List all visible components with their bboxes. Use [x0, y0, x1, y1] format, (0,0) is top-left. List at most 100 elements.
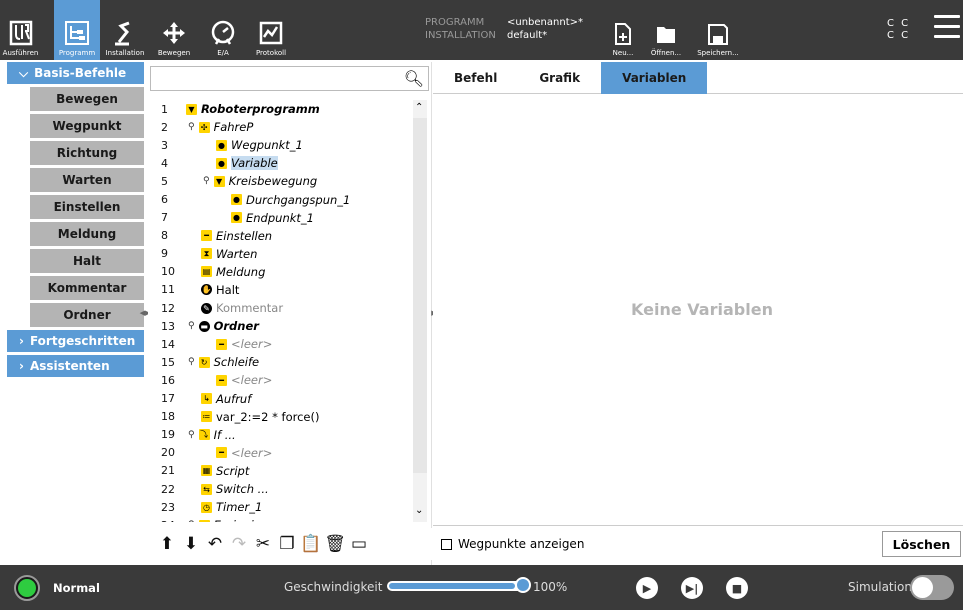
tree-row[interactable]: 5 ⚲ ▼ Kreisbewegung	[148, 172, 410, 190]
section-basic[interactable]: ⌵ Basis-Befehle	[7, 62, 144, 84]
tree-row[interactable]: 20 ━ <leer>	[148, 444, 410, 462]
tree-row[interactable]: 14 ━ <leer>	[148, 335, 410, 353]
tree-row[interactable]: 4 ● Variable	[148, 154, 410, 172]
nav-program[interactable]: Programm	[54, 0, 100, 60]
new-button[interactable]: Neu...	[605, 0, 641, 60]
node-label[interactable]: If ...	[214, 428, 236, 442]
node-label[interactable]: Kreisbewegung	[229, 174, 318, 188]
search-icon[interactable]: 🔍︎	[404, 69, 424, 88]
node-label[interactable]: Endpunkt_1	[246, 211, 314, 225]
tree-row[interactable]: 21 ▦ Script	[148, 462, 410, 480]
cmd-direction[interactable]: Richtung	[30, 141, 144, 165]
suppress-icon[interactable]: ▭	[348, 533, 370, 555]
node-label[interactable]: FahreP	[214, 120, 254, 134]
tree-row[interactable]: 11 ✋ Halt	[148, 281, 410, 299]
node-label[interactable]: Schleife	[214, 355, 260, 369]
tree-search[interactable]: 🔍︎	[150, 66, 429, 91]
node-label[interactable]: Switch ...	[216, 482, 269, 496]
cmd-move[interactable]: Bewegen	[30, 87, 144, 111]
speed-slider[interactable]	[387, 581, 525, 591]
redo-icon[interactable]: ↷	[228, 533, 250, 555]
tree-row[interactable]: 1 ▼ Roboterprogramm	[148, 100, 410, 118]
arrow-up-icon[interactable]: ⬆	[156, 533, 178, 555]
speed-slider-knob[interactable]	[515, 577, 531, 593]
tree-row[interactable]: 2 ⚲ ✣ FahreP	[148, 118, 410, 136]
tree-row[interactable]: 22 ⇆ Switch ...	[148, 480, 410, 498]
tree-row[interactable]: 3 ● Wegpunkt_1	[148, 136, 410, 154]
tree-scrollbar[interactable]: ⌃ ⌄	[410, 100, 428, 522]
node-label[interactable]: Aufruf	[216, 392, 251, 406]
tab-graphics[interactable]: Grafik	[518, 62, 601, 94]
collapse-pin-icon[interactable]: ⚲	[188, 357, 195, 367]
collapse-pin-icon[interactable]: ⚲	[188, 321, 195, 331]
collapse-pin-icon[interactable]: ⚲	[188, 520, 195, 522]
tree-row[interactable]: 8 ━ Einstellen	[148, 227, 410, 245]
node-label[interactable]: Script	[216, 464, 249, 478]
tree-row[interactable]: 18 ≔ var_2:=2 * force()	[148, 408, 410, 426]
hamburger-menu-icon[interactable]	[934, 15, 960, 41]
node-label[interactable]: Roboterprogramm	[201, 102, 320, 116]
tree-row[interactable]: 23 ◷ Timer_1	[148, 498, 410, 516]
tree-row[interactable]: 12 ✎ Kommentar	[148, 299, 410, 317]
delete-icon[interactable]: 🗑	[324, 533, 346, 555]
node-label[interactable]: Warten	[216, 247, 257, 261]
simulation-toggle[interactable]	[910, 575, 954, 600]
nav-installation[interactable]: Installation	[100, 0, 150, 60]
checkbox-icon[interactable]	[441, 538, 452, 550]
nav-io[interactable]: E/A	[206, 0, 240, 60]
open-button[interactable]: Öffnen...	[648, 0, 684, 60]
node-label[interactable]: <leer>	[231, 373, 272, 387]
node-label[interactable]: Ereignis	[214, 518, 260, 522]
tree-row[interactable]: 17 ↳ Aufruf	[148, 390, 410, 408]
cmd-comment[interactable]: Kommentar	[30, 276, 144, 300]
undo-icon[interactable]: ↶	[204, 533, 226, 555]
tree-row[interactable]: 10 ▤ Meldung	[148, 263, 410, 281]
cut-icon[interactable]: ✂	[252, 533, 274, 555]
scroll-down-icon[interactable]: ⌄	[415, 505, 423, 516]
tree-row[interactable]: 7 ● Endpunkt_1	[148, 209, 410, 227]
save-button[interactable]: Speichern...	[696, 0, 740, 60]
node-label[interactable]: Wegpunkt_1	[231, 138, 303, 152]
tree-row[interactable]: 16 ━ <leer>	[148, 371, 410, 389]
paste-icon[interactable]: 📋	[300, 533, 322, 555]
delete-button[interactable]: Löschen	[882, 531, 961, 557]
copy-icon[interactable]: ❐	[276, 533, 298, 555]
node-label[interactable]: Einstellen	[216, 229, 272, 243]
collapse-pin-icon[interactable]: ⚲	[188, 430, 195, 440]
tree-row[interactable]: 6 ● Durchgangspun_1	[148, 190, 410, 208]
tree-row[interactable]: 24 ⚲▲ Ereignis	[148, 516, 410, 522]
power-status-icon[interactable]	[14, 575, 40, 601]
tab-command[interactable]: Befehl	[433, 62, 518, 94]
node-label[interactable]: Timer_1	[216, 500, 262, 514]
scroll-thumb[interactable]	[413, 118, 427, 473]
node-label[interactable]: Halt	[216, 283, 239, 297]
collapse-pin-icon[interactable]: ⚲	[203, 176, 210, 186]
collapse-pin-icon[interactable]: ⚲	[188, 122, 195, 132]
node-label[interactable]: <leer>	[231, 337, 272, 351]
show-waypoints-checkbox[interactable]: Wegpunkte anzeigen	[441, 537, 584, 551]
scroll-up-icon[interactable]: ⌃	[415, 102, 423, 113]
section-wizards[interactable]: › Assistenten	[7, 355, 144, 377]
cmd-halt[interactable]: Halt	[30, 249, 144, 273]
cmd-popup[interactable]: Meldung	[30, 222, 144, 246]
node-label[interactable]: Meldung	[216, 265, 265, 279]
tree-row[interactable]: 19 ⚲ ⤵ If ...	[148, 426, 410, 444]
stop-icon[interactable]: ■	[726, 577, 748, 599]
cmd-folder[interactable]: Ordner	[30, 303, 144, 327]
node-label[interactable]: Kommentar	[216, 301, 283, 315]
tree-row[interactable]: 13 ⚲ ▬ Ordner	[148, 317, 410, 335]
node-label[interactable]: <leer>	[231, 446, 272, 460]
cmd-wait[interactable]: Warten	[30, 168, 144, 192]
step-icon[interactable]: ▶|	[681, 577, 703, 599]
tab-variables[interactable]: Variablen	[601, 62, 708, 94]
nav-log[interactable]: Protokoll	[252, 0, 290, 60]
node-label[interactable]: Ordner	[214, 319, 259, 333]
nav-move[interactable]: Bewegen	[155, 0, 193, 60]
tree-row[interactable]: 9 ⧗ Warten	[148, 245, 410, 263]
tree-row[interactable]: 15 ⚲ ↻ Schleife	[148, 353, 410, 371]
nav-run[interactable]: Ausführen	[3, 0, 38, 60]
cmd-waypoint[interactable]: Wegpunkt	[30, 114, 144, 138]
cmd-set[interactable]: Einstellen	[30, 195, 144, 219]
node-label[interactable]: var_2:=2 * force()	[216, 410, 319, 424]
node-label[interactable]: Variable	[231, 156, 278, 171]
